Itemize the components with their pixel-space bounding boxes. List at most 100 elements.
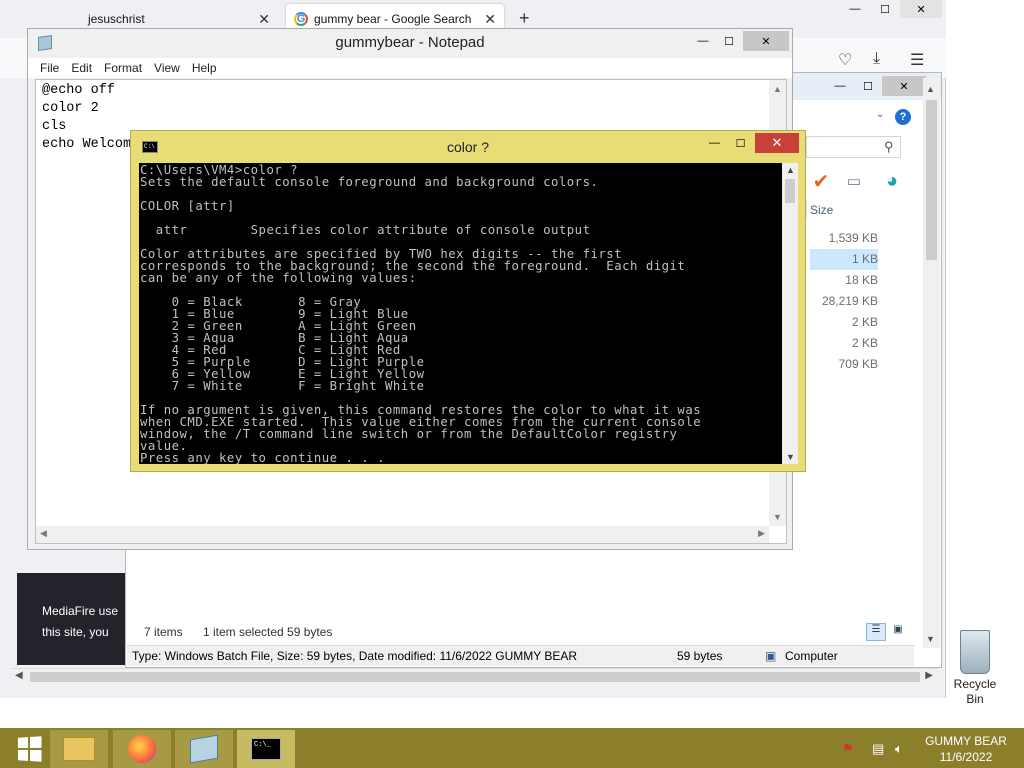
google-icon: G <box>294 12 308 26</box>
menu-icon[interactable]: ☰ <box>910 50 924 70</box>
tab-label: jesuschrist <box>88 12 145 26</box>
details-view-button[interactable]: ☰ <box>866 623 886 641</box>
editor-content: @echo off color 2 cls echo Welcom <box>42 82 131 154</box>
maximize-button[interactable]: ☐ <box>716 31 742 51</box>
scroll-left-icon[interactable]: ◀ <box>40 528 47 539</box>
clock-date: 11/6/2022 <box>939 750 993 764</box>
scroll-thumb[interactable] <box>926 100 937 260</box>
vertical-scrollbar[interactable]: ▲ ▼ <box>782 163 798 464</box>
network-icon[interactable]: ▤ <box>872 741 884 757</box>
help-icon[interactable]: ? <box>895 109 911 125</box>
column-divider <box>806 201 807 219</box>
cmd-icon: C:\_ <box>251 738 281 760</box>
code-line: color 2 <box>42 101 99 116</box>
menu-view[interactable]: View <box>148 58 186 78</box>
minimize-button[interactable]: — <box>826 76 854 96</box>
menu-file[interactable]: File <box>34 58 65 78</box>
window-title: gummybear - Notepad <box>335 34 485 51</box>
taskbar-firefox[interactable] <box>113 730 171 768</box>
file-size[interactable]: 18 KB <box>810 270 878 291</box>
size-column-header[interactable]: Size <box>810 203 833 217</box>
tab-label: gummy bear - Google Search <box>314 12 472 26</box>
maximize-button[interactable]: ☐ <box>727 133 754 153</box>
close-button[interactable]: ✕ <box>743 31 789 51</box>
file-size-selected[interactable]: 1 KB <box>810 249 878 270</box>
minimize-button[interactable]: — <box>840 0 870 18</box>
file-size[interactable]: 709 KB <box>810 354 878 375</box>
taskbar-cmd[interactable]: C:\_ <box>237 730 295 768</box>
close-button[interactable]: ✕ <box>882 76 926 96</box>
console-output: C:\Users\VM4>color ? Sets the default co… <box>140 163 702 464</box>
windows-start-icon <box>17 736 42 762</box>
file-size[interactable]: 2 KB <box>810 333 878 354</box>
menu-edit[interactable]: Edit <box>65 58 98 78</box>
recycle-bin-label: Recycle Bin <box>953 677 997 706</box>
file-size[interactable]: 28,219 KB <box>810 291 878 312</box>
file-details: Type: Windows Batch File, Size: 59 bytes… <box>132 649 578 663</box>
flag-icon[interactable]: ⚑ <box>842 741 854 757</box>
taskbar-notepad[interactable] <box>175 730 233 768</box>
notepad-titlebar[interactable]: gummybear - Notepad — ☐ ✕ <box>28 29 792 57</box>
recycle-bin-icon <box>960 630 990 674</box>
scroll-down-icon[interactable]: ▼ <box>926 634 935 644</box>
maximize-button[interactable]: ☐ <box>870 0 900 18</box>
clock-name: GUMMY BEAR <box>925 734 1007 748</box>
maximize-button[interactable]: ☐ <box>854 76 882 96</box>
scroll-up-icon[interactable]: ▲ <box>786 165 795 175</box>
chevron-down-icon[interactable]: ⌄ <box>876 109 884 120</box>
notepad-icon <box>190 734 218 764</box>
menu-help[interactable]: Help <box>186 58 223 78</box>
shell-icon[interactable]: ◕ <box>879 170 905 192</box>
console-output-area[interactable]: C:\Users\VM4>color ? Sets the default co… <box>139 163 782 464</box>
details-bar: Type: Windows Batch File, Size: 59 bytes… <box>127 645 914 666</box>
close-button[interactable]: ✕ <box>755 133 799 153</box>
scroll-left-icon[interactable]: ◀ <box>15 670 23 681</box>
computer-icon: ▣ <box>765 649 777 663</box>
tiles-view-button[interactable]: ▣ <box>888 623 908 641</box>
tab-close-icon[interactable]: ✕ <box>258 11 270 28</box>
close-button[interactable]: ✕ <box>900 0 942 18</box>
minimize-button[interactable]: — <box>690 31 716 51</box>
horizontal-scrollbar[interactable]: ◀ ▶ <box>36 526 769 543</box>
selection-status: 1 item selected 59 bytes <box>203 625 333 639</box>
scroll-down-icon[interactable]: ▼ <box>773 512 782 522</box>
scroll-thumb[interactable] <box>785 179 795 203</box>
item-count: 7 items <box>144 625 183 639</box>
code-line: cls <box>42 119 67 134</box>
file-size-details: 59 bytes <box>677 649 723 663</box>
clock[interactable]: GUMMY BEAR 11/6/2022 <box>914 733 1018 765</box>
pocket-icon[interactable]: ♡ <box>838 50 852 70</box>
taskbar-explorer[interactable] <box>50 730 108 768</box>
download-icon[interactable]: ⤓ <box>873 50 880 68</box>
checkmark-icon[interactable]: ✔ <box>808 170 834 193</box>
horizontal-scrollbar[interactable]: ◀ ▶ <box>10 668 938 685</box>
file-explorer-icon <box>63 737 95 761</box>
cmd-titlebar[interactable]: C:\ color ? — ☐ ✕ <box>131 131 805 163</box>
vertical-scrollbar[interactable]: ▲ ▼ <box>923 78 940 648</box>
scroll-up-icon[interactable]: ▲ <box>773 84 782 94</box>
properties-icon[interactable]: ▭ <box>841 170 867 192</box>
mediafire-banner: MediaFire use this site, you <box>17 573 137 665</box>
menu-format[interactable]: Format <box>98 58 148 78</box>
tab-close-icon[interactable]: ✕ <box>484 11 496 28</box>
search-input[interactable]: ⚲ <box>806 136 901 158</box>
scroll-right-icon[interactable]: ▶ <box>758 528 765 539</box>
scroll-down-icon[interactable]: ▼ <box>786 452 795 462</box>
scroll-thumb[interactable] <box>30 672 920 682</box>
volume-icon[interactable]: 🔈︎ <box>895 741 903 757</box>
file-size[interactable]: 2 KB <box>810 312 878 333</box>
scroll-up-icon[interactable]: ▲ <box>926 84 935 94</box>
banner-line: this site, you <box>42 625 109 639</box>
file-size[interactable]: 1,539 KB <box>810 228 878 249</box>
code-line: @echo off <box>42 83 115 98</box>
taskbar: C:\_ <box>0 728 1024 768</box>
menu-bar: File Edit Format View Help <box>28 58 792 78</box>
location-label: Computer <box>785 649 838 663</box>
banner-line: MediaFire use <box>42 604 119 618</box>
firefox-icon <box>128 735 156 763</box>
recycle-bin[interactable]: Recycle Bin <box>950 630 1000 707</box>
new-tab-button[interactable]: + <box>519 8 530 29</box>
minimize-button[interactable]: — <box>701 133 728 153</box>
scroll-right-icon[interactable]: ▶ <box>925 670 933 681</box>
cmd-window: C:\ color ? — ☐ ✕ C:\Users\VM4>color ? S… <box>130 130 806 472</box>
